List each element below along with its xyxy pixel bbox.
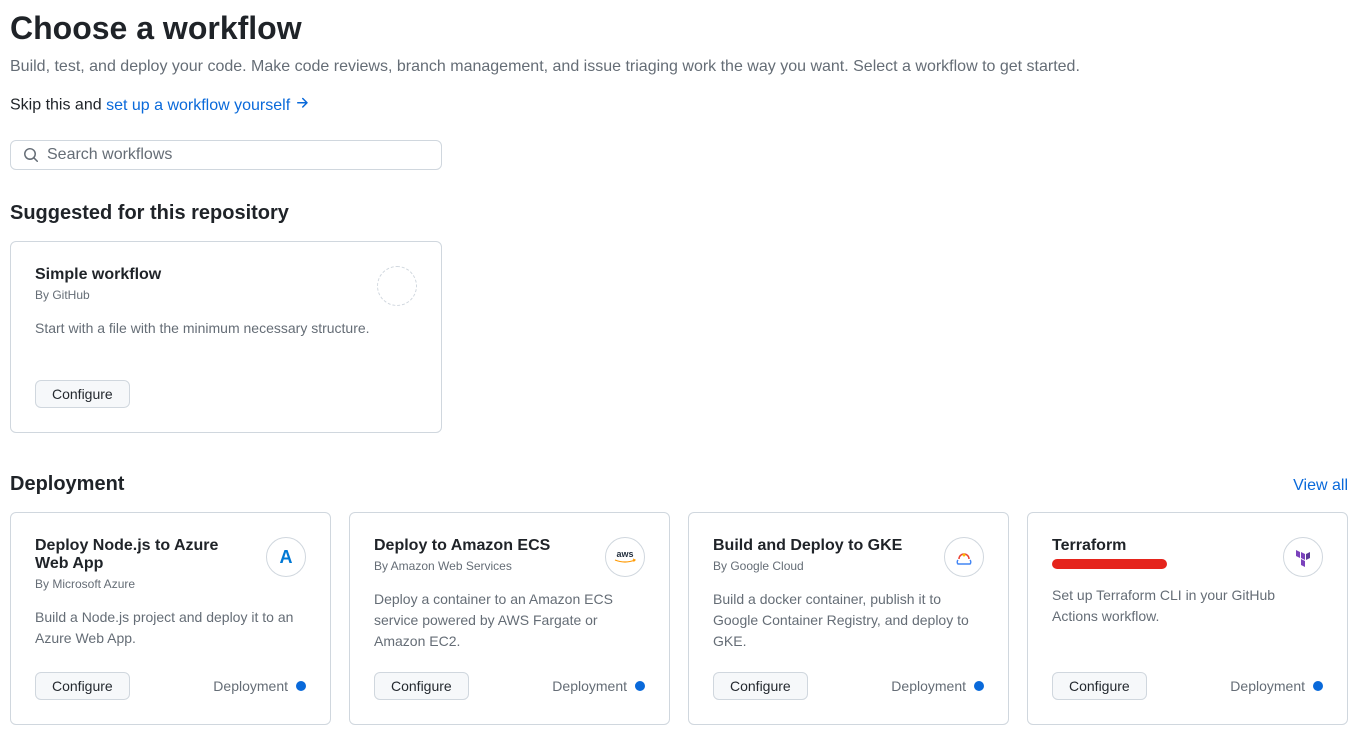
search-icon bbox=[23, 147, 39, 163]
card-author: By Microsoft Azure bbox=[35, 577, 254, 591]
configure-button[interactable]: Configure bbox=[35, 380, 130, 408]
deployment-section-title: Deployment bbox=[10, 473, 124, 496]
suggested-card: Simple workflow By GitHub Start with a f… bbox=[10, 241, 442, 433]
page-description: Build, test, and deploy your code. Make … bbox=[10, 55, 1348, 79]
suggested-section-title: Suggested for this repository bbox=[10, 202, 1348, 225]
card-author: By GitHub bbox=[35, 288, 161, 302]
deployment-badge: Deployment bbox=[1230, 678, 1323, 694]
deployment-badge: Deployment bbox=[891, 678, 984, 694]
redacted-author bbox=[1052, 559, 1167, 569]
card-author: By Amazon Web Services bbox=[374, 559, 550, 573]
card-title: Deploy to Amazon ECS bbox=[374, 537, 550, 555]
google-cloud-icon bbox=[944, 537, 984, 577]
aws-icon: aws bbox=[605, 537, 645, 577]
dot-icon bbox=[296, 681, 306, 691]
deployment-badge: Deployment bbox=[552, 678, 645, 694]
terraform-icon bbox=[1283, 537, 1323, 577]
card-author: By Google Cloud bbox=[713, 559, 902, 573]
dot-icon bbox=[974, 681, 984, 691]
placeholder-icon bbox=[377, 266, 417, 306]
configure-button[interactable]: Configure bbox=[1052, 672, 1147, 700]
card-description: Build a Node.js project and deploy it to… bbox=[35, 607, 306, 652]
card-title: Deploy Node.js to Azure Web App bbox=[35, 537, 254, 573]
card-title: Terraform bbox=[1052, 537, 1167, 555]
card-description: Deploy a container to an Amazon ECS serv… bbox=[374, 589, 645, 652]
badge-label: Deployment bbox=[891, 678, 966, 694]
azure-icon: A bbox=[266, 537, 306, 577]
card-title: Build and Deploy to GKE bbox=[713, 537, 902, 555]
search-input[interactable] bbox=[47, 146, 429, 164]
deployment-grid: Deploy Node.js to Azure Web App By Micro… bbox=[10, 512, 1348, 725]
view-all-link[interactable]: View all bbox=[1293, 477, 1348, 495]
configure-button[interactable]: Configure bbox=[713, 672, 808, 700]
dot-icon bbox=[1313, 681, 1323, 691]
page-title: Choose a workflow bbox=[10, 10, 1348, 47]
card-description: Start with a file with the minimum neces… bbox=[35, 318, 417, 360]
skip-prefix: Skip this and bbox=[10, 97, 106, 114]
card-title: Simple workflow bbox=[35, 266, 161, 284]
deploy-card-azure: Deploy Node.js to Azure Web App By Micro… bbox=[10, 512, 331, 725]
deploy-card-terraform: Terraform Set up Terraform CLI in your G… bbox=[1027, 512, 1348, 725]
badge-label: Deployment bbox=[552, 678, 627, 694]
dot-icon bbox=[635, 681, 645, 691]
arrow-right-icon bbox=[294, 95, 310, 116]
setup-workflow-link-text: set up a workflow yourself bbox=[106, 97, 290, 114]
badge-label: Deployment bbox=[1230, 678, 1305, 694]
configure-button[interactable]: Configure bbox=[35, 672, 130, 700]
deploy-card-gke: Build and Deploy to GKE By Google Cloud … bbox=[688, 512, 1009, 725]
svg-text:aws: aws bbox=[616, 549, 633, 559]
setup-workflow-link[interactable]: set up a workflow yourself bbox=[106, 97, 310, 114]
skip-line: Skip this and set up a workflow yourself bbox=[10, 95, 1348, 116]
card-description: Build a docker container, publish it to … bbox=[713, 589, 984, 652]
configure-button[interactable]: Configure bbox=[374, 672, 469, 700]
search-container[interactable] bbox=[10, 140, 442, 170]
card-description: Set up Terraform CLI in your GitHub Acti… bbox=[1052, 585, 1323, 652]
deployment-badge: Deployment bbox=[213, 678, 306, 694]
deploy-card-ecs: Deploy to Amazon ECS By Amazon Web Servi… bbox=[349, 512, 670, 725]
badge-label: Deployment bbox=[213, 678, 288, 694]
